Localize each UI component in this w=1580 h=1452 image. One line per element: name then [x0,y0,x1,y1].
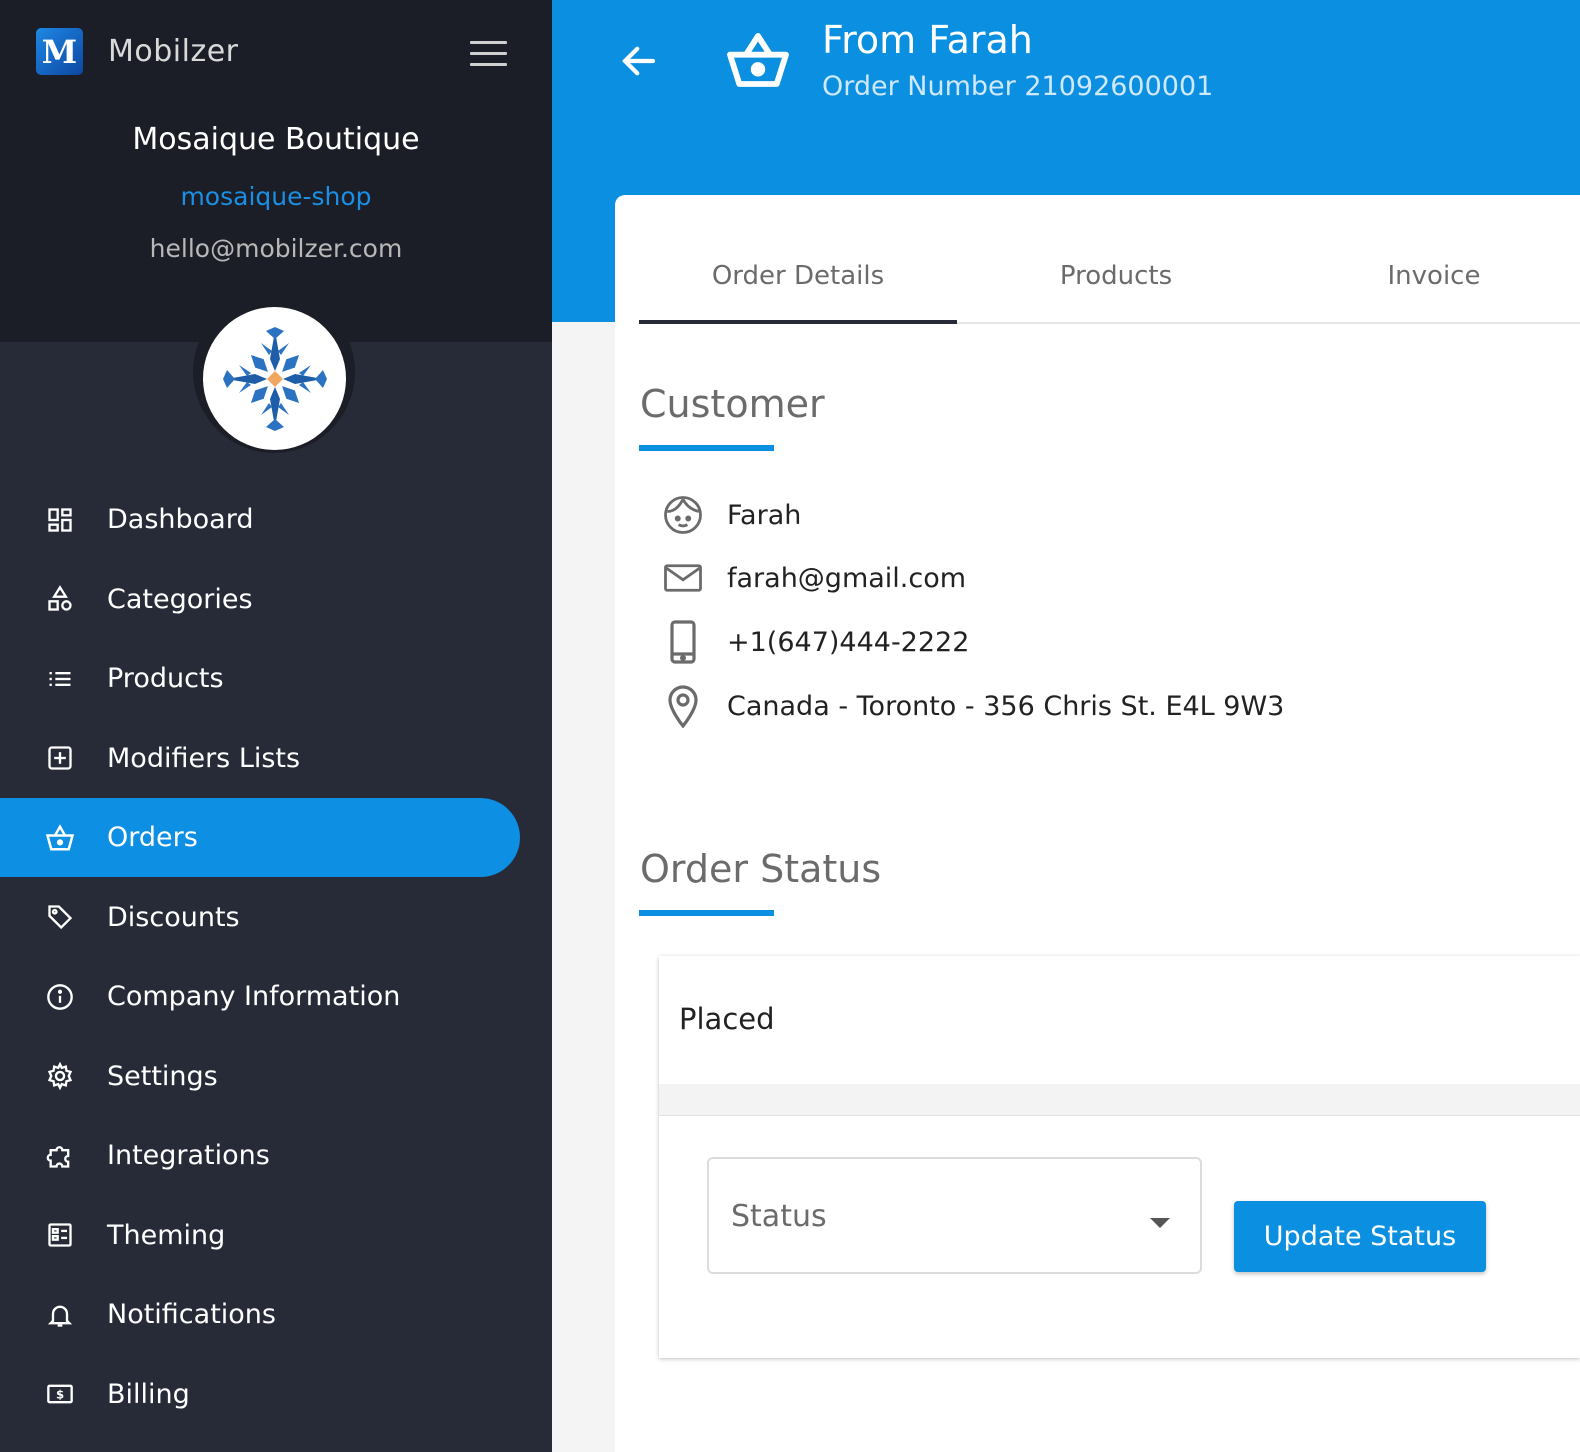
gear-icon [44,1060,76,1092]
brand: M Mobilzer [36,28,239,75]
update-status-button[interactable]: Update Status [1234,1201,1486,1272]
puzzle-icon [44,1140,76,1172]
section-underline [639,910,774,916]
sidebar-item-label: Integrations [107,1140,270,1172]
back-button[interactable] [618,40,660,82]
customer-email: farah@gmail.com [727,562,967,594]
customer-email-row: farah@gmail.com [660,555,966,601]
sidebar-item-label: Dashboard [107,504,254,536]
sidebar-item-label: Settings [107,1060,218,1092]
order-number: Order Number 21092600001 [822,71,1214,102]
sidebar-item-label: Notifications [107,1299,276,1331]
svg-text:$: $ [56,1388,64,1402]
page-title: From Farah [822,18,1033,62]
sidebar-item-label: Billing [107,1378,190,1410]
customer-phone: +1(647)444-2222 [727,626,970,658]
caret-down-icon [1150,1218,1170,1228]
mosaic-snowflake-icon [222,326,327,431]
sidebar-item-label: Company Information [107,981,401,1013]
sidebar-item-label: Modifiers Lists [107,742,301,774]
brand-name: Mobilzer [108,34,239,69]
store-email: hello@mobilzer.com [149,234,403,263]
order-status-section-title: Order Status [640,847,882,891]
dashboard-icon [44,504,76,536]
brand-logo: M [36,28,83,75]
info-icon [44,981,76,1013]
sidebar-item-dashboard[interactable]: Dashboard [0,480,552,560]
status-select-placeholder: Status [731,1199,827,1234]
status-select[interactable]: Status [707,1157,1202,1274]
plus-box-icon [44,742,76,774]
current-status-panel: Placed [659,956,1580,1084]
phone-icon [660,619,706,665]
bell-icon [44,1299,76,1331]
current-status: Placed [679,1002,775,1036]
brand-logo-letter: M [41,32,78,71]
customer-address-row: Canada - Toronto - 356 Chris St. E4L 9W3 [660,683,1284,729]
store-slug: mosaique-shop [180,182,372,211]
sidebar-item-notifications[interactable]: Notifications [0,1275,552,1355]
sidebar-item-orders[interactable]: Orders [0,798,552,878]
tab-order-details[interactable]: Order Details [639,230,957,324]
shapes-icon [44,583,76,615]
sidebar-item-label: Discounts [107,901,240,933]
sidebar-item-products[interactable]: Products [0,639,552,719]
customer-section-title: Customer [640,382,825,426]
customer-address: Canada - Toronto - 356 Chris St. E4L 9W3 [727,690,1285,722]
sidebar-item-label: Categories [107,583,253,615]
store-name: Mosaique Boutique [132,122,420,157]
store-avatar [203,307,346,450]
sidebar-item-theming[interactable]: Theming [0,1196,552,1276]
tag-icon [44,901,76,933]
mail-icon [660,555,706,601]
basket-icon [44,822,76,854]
tab-bar: Order Details Products Invoice [639,230,1580,324]
tab-products[interactable]: Products [957,230,1275,322]
sidebar-item-billing[interactable]: $ Billing [0,1355,552,1435]
theme-icon [44,1219,76,1251]
sidebar-item-label: Theming [107,1219,226,1251]
sidebar-item-modifiers-lists[interactable]: Modifiers Lists [0,719,552,799]
tab-invoice[interactable]: Invoice [1275,230,1580,322]
order-basket-icon [726,30,790,90]
customer-phone-row: +1(647)444-2222 [660,619,969,665]
sidebar: M Mobilzer Mosaique Boutique mosaique-sh… [0,0,552,1452]
face-icon [660,492,706,538]
sidebar-item-label: Products [107,663,224,695]
sidebar-item-label: Orders [107,822,198,854]
order-status-card: Placed Status Update Status [659,956,1580,1358]
location-pin-icon [660,683,706,729]
status-divider [659,1084,1580,1116]
menu-toggle-button[interactable] [470,41,507,67]
hamburger-icon [470,41,507,44]
sidebar-item-discounts[interactable]: Discounts [0,878,552,958]
sidebar-nav: Dashboard Categories Products Modifiers … [0,480,552,1434]
customer-name-row: Farah [660,492,801,538]
customer-name: Farah [727,499,802,531]
sidebar-item-settings[interactable]: Settings [0,1037,552,1117]
section-underline [639,445,774,451]
list-icon [44,663,76,695]
arrow-left-icon [622,46,656,76]
dollar-icon: $ [44,1378,76,1410]
sidebar-item-company-information[interactable]: Company Information [0,957,552,1037]
sidebar-item-categories[interactable]: Categories [0,560,552,640]
sidebar-item-integrations[interactable]: Integrations [0,1116,552,1196]
